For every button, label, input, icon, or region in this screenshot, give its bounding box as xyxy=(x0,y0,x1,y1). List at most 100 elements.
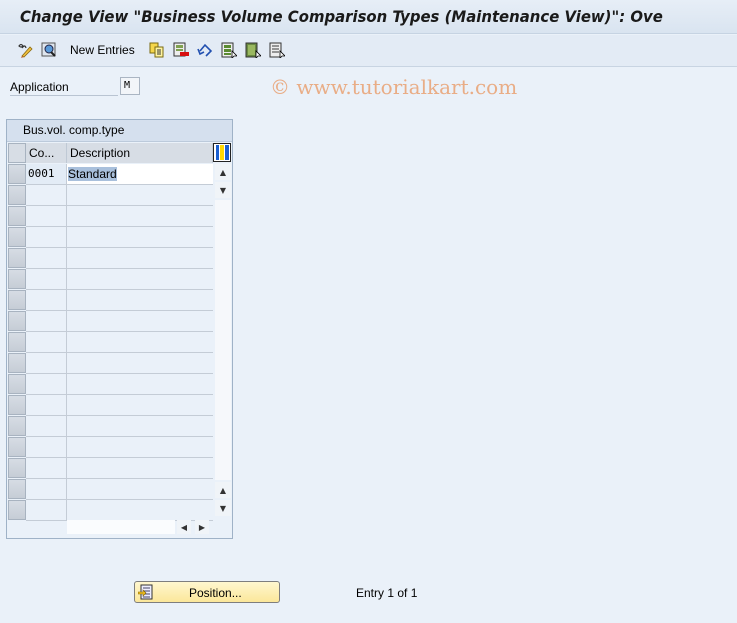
row-selector[interactable] xyxy=(8,500,26,520)
row-selector[interactable] xyxy=(8,311,26,331)
cell-description xyxy=(67,290,213,310)
table-row[interactable] xyxy=(26,458,213,479)
row-selector[interactable] xyxy=(8,332,26,352)
cell-description xyxy=(67,311,213,331)
table-row[interactable] xyxy=(26,185,213,206)
scroll-down-icon[interactable]: ▼ xyxy=(215,182,231,198)
cell-description xyxy=(67,227,213,247)
entry-counter: Entry 1 of 1 xyxy=(356,586,418,600)
cell-code xyxy=(26,248,67,268)
row-selector[interactable] xyxy=(8,227,26,247)
cell-code: 0001 xyxy=(26,164,67,184)
scroll-right-icon[interactable]: ▶ xyxy=(195,520,209,534)
application-toolbar: New Entries © www.tutorialkart.com xyxy=(0,35,737,99)
table-row[interactable]: 0001 Standard xyxy=(26,164,213,185)
table-row[interactable] xyxy=(26,479,213,500)
delete-icon[interactable] xyxy=(172,41,190,59)
cell-description xyxy=(67,248,213,268)
cell-description[interactable]: Standard xyxy=(67,164,213,184)
table-row[interactable] xyxy=(26,374,213,395)
select-block-icon[interactable] xyxy=(244,41,262,59)
row-selector[interactable] xyxy=(8,353,26,373)
position-button-label: Position... xyxy=(189,586,242,600)
cell-code xyxy=(26,206,67,226)
scroll-left-icon[interactable]: ◀ xyxy=(177,520,191,534)
cell-code xyxy=(26,500,67,520)
cell-description xyxy=(67,185,213,205)
cell-description xyxy=(67,353,213,373)
row-selector[interactable] xyxy=(8,416,26,436)
column-header-description[interactable]: Description xyxy=(67,143,213,163)
row-selector[interactable] xyxy=(8,479,26,499)
find-icon[interactable] xyxy=(40,41,58,59)
scroll-up-icon[interactable]: ▲ xyxy=(215,164,231,180)
cell-description xyxy=(67,437,213,457)
table-caption: Bus.vol. comp.type xyxy=(7,120,232,142)
row-selector[interactable] xyxy=(8,290,26,310)
cell-description xyxy=(67,416,213,436)
cell-description xyxy=(67,500,213,520)
application-field[interactable]: M xyxy=(120,77,140,95)
row-selector[interactable] xyxy=(8,185,26,205)
description-text[interactable]: Standard xyxy=(68,167,117,181)
copy-as-icon[interactable] xyxy=(148,41,166,59)
table-row[interactable] xyxy=(26,332,213,353)
cell-code xyxy=(26,269,67,289)
cell-code xyxy=(26,395,67,415)
cell-description xyxy=(67,479,213,499)
table-row[interactable] xyxy=(26,290,213,311)
undo-change-icon[interactable] xyxy=(196,41,214,59)
select-all-icon[interactable] xyxy=(220,41,238,59)
cell-code xyxy=(26,290,67,310)
select-all-rows-button[interactable] xyxy=(8,143,26,163)
cell-description xyxy=(67,374,213,394)
horizontal-scrollbar[interactable] xyxy=(67,520,175,534)
position-icon xyxy=(137,584,154,603)
table-row[interactable] xyxy=(26,437,213,458)
cell-description xyxy=(67,458,213,478)
position-button[interactable]: Position... xyxy=(134,581,280,603)
column-settings-icon[interactable] xyxy=(213,143,231,162)
row-selector[interactable] xyxy=(8,248,26,268)
row-selector[interactable] xyxy=(8,458,26,478)
table-row[interactable] xyxy=(26,500,213,521)
new-entries-button[interactable]: New Entries xyxy=(70,43,135,57)
table-row[interactable] xyxy=(26,416,213,437)
table-row[interactable] xyxy=(26,395,213,416)
cell-code xyxy=(26,332,67,352)
row-selector[interactable] xyxy=(8,437,26,457)
table-control: Bus.vol. comp.type Co... Description 000… xyxy=(6,119,233,539)
cell-code xyxy=(26,227,67,247)
cell-code xyxy=(26,479,67,499)
table-row[interactable] xyxy=(26,248,213,269)
application-label: Application xyxy=(10,80,118,96)
table-row[interactable] xyxy=(26,206,213,227)
table-row[interactable] xyxy=(26,269,213,290)
table-row[interactable] xyxy=(26,311,213,332)
deselect-all-icon[interactable] xyxy=(268,41,286,59)
row-selector[interactable] xyxy=(8,395,26,415)
cell-code xyxy=(26,437,67,457)
cell-description xyxy=(67,395,213,415)
cell-code xyxy=(26,416,67,436)
row-selector[interactable] xyxy=(8,269,26,289)
row-selector[interactable] xyxy=(8,206,26,226)
scroll-page-up-icon[interactable]: ▲ xyxy=(215,482,231,498)
cell-code xyxy=(26,374,67,394)
scroll-track[interactable] xyxy=(215,200,231,480)
scroll-page-down-icon[interactable]: ▼ xyxy=(215,500,231,516)
vertical-scrollbar[interactable]: ▲ ▼ ▲ ▼ xyxy=(213,164,232,516)
cell-code xyxy=(26,311,67,331)
cell-description xyxy=(67,206,213,226)
cell-code xyxy=(26,458,67,478)
row-selector[interactable] xyxy=(8,164,26,184)
watermark: © www.tutorialkart.com xyxy=(270,75,518,99)
title-bar: Change View "Business Volume Comparison … xyxy=(0,0,737,34)
table-row[interactable] xyxy=(26,353,213,374)
display-change-icon[interactable] xyxy=(16,41,34,59)
row-selector[interactable] xyxy=(8,374,26,394)
table-row[interactable] xyxy=(26,227,213,248)
column-header-code[interactable]: Co... xyxy=(26,143,67,163)
cell-description xyxy=(67,332,213,352)
cell-code xyxy=(26,353,67,373)
